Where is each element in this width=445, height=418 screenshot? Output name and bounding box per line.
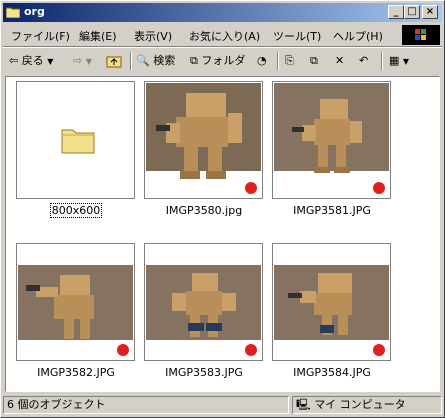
back-label: 戻る [21,54,44,67]
photo-robot [274,83,389,198]
folder-icon [61,129,95,154]
copy-to-button[interactable]: ⧉ [310,51,318,71]
up-folder-button[interactable] [106,51,122,71]
thumbnail-image[interactable] [272,243,391,361]
undo-button[interactable]: ↶ [359,51,368,71]
menu-tools[interactable]: ツール(T) [273,28,321,44]
file-label[interactable]: IMGP3581.JPG [262,204,402,217]
forward-button[interactable]: ⇨ ▼ [73,51,92,71]
stamp-icon [245,344,257,356]
photo-robot [18,245,133,360]
menu-bar: ファイル(F) 編集(E) 表示(V) お気に入り(A) ツール(T) ヘルプ(… [3,24,442,46]
stamp-icon [245,182,257,194]
minimize-button[interactable]: _ [388,5,404,19]
delete-icon: ✕ [335,54,345,67]
toolbar-separator [277,52,279,70]
photo-robot [274,245,389,360]
explorer-window: org _ □ × ファイル(F) 編集(E) 表示(V) お気に入り(A) ツ… [0,0,445,418]
file-label[interactable]: IMGP3583.JPG [134,366,274,379]
history-icon: ◔ [257,54,267,67]
photo-robot [146,245,261,360]
object-count: 6 個のオブジェクト [3,396,289,414]
thumbnail-folder[interactable] [16,81,135,199]
back-dropdown-icon[interactable]: ▼ [47,57,53,66]
folders-button[interactable]: ⧉ フォルダ [190,51,245,71]
move-to-button[interactable]: ⎘ [285,51,294,71]
folders-icon: ⧉ [190,54,198,67]
file-label[interactable]: 800x600 [6,203,146,218]
folder-icon [6,7,20,18]
undo-icon: ↶ [359,54,369,67]
forward-arrow-icon: ⇨ [73,54,83,67]
computer-icon: 🖳 [296,398,311,411]
menu-view[interactable]: 表示(V) [134,28,172,44]
menu-help[interactable]: ヘルプ(H) [333,28,383,44]
copy-to-icon: ⧉ [310,54,318,67]
menu-file[interactable]: ファイル(F) [11,28,70,44]
views-button[interactable]: ▦ ▼ [389,51,409,71]
file-view[interactable]: 800x600 IMGP3580.jpg IMGP3581.JPG IMGP35… [5,76,440,392]
views-icon: ▦ [389,54,400,67]
toolbar-separator [130,52,132,70]
window-title: org [24,5,45,18]
location-pane: 🖳 マイ コンピュータ [292,396,442,414]
folders-label: フォルダ [201,54,246,67]
menu-favorites[interactable]: お気に入り(A) [189,28,260,44]
maximize-button[interactable]: □ [404,5,420,19]
windows-logo-icon [402,25,440,45]
stamp-icon [373,344,385,356]
search-icon: 🔍 [136,54,150,67]
thumbnail-image[interactable] [144,81,263,199]
search-button[interactable]: 🔍 検索 [136,51,175,71]
stamp-icon [117,344,129,356]
close-button[interactable]: × [422,5,438,19]
status-bar: 6 個のオブジェクト 🖳 マイ コンピュータ [3,395,442,415]
file-label[interactable]: IMGP3584.JPG [262,366,402,379]
location-label: マイ コンピュータ [314,398,406,411]
up-folder-icon [106,56,122,68]
file-label[interactable]: IMGP3582.JPG [6,366,146,379]
back-button[interactable]: ⇦ 戻る ▼ [9,51,53,71]
toolbar-separator [381,52,383,70]
history-button[interactable]: ◔ [257,51,267,71]
thumbnail-image[interactable] [272,81,391,199]
delete-button[interactable]: ✕ [335,51,344,71]
photo-robot [146,83,261,198]
title-bar[interactable]: org _ □ × [3,3,442,22]
back-arrow-icon: ⇦ [9,54,19,67]
file-label[interactable]: IMGP3580.jpg [134,204,274,217]
stamp-icon [373,182,385,194]
move-to-icon: ⎘ [285,54,294,67]
thumbnail-image[interactable] [16,243,135,361]
search-label: 検索 [153,54,176,67]
toolbar: ⇦ 戻る ▼ ⇨ ▼ 🔍 検索 ⧉ フォルダ ◔ ⎘ ⧉ ✕ ↶ ▦ ▼ [3,48,442,74]
views-dropdown-icon[interactable]: ▼ [403,57,409,66]
menu-edit[interactable]: 編集(E) [79,28,117,44]
forward-dropdown-icon[interactable]: ▼ [86,57,92,66]
thumbnail-image[interactable] [144,243,263,361]
